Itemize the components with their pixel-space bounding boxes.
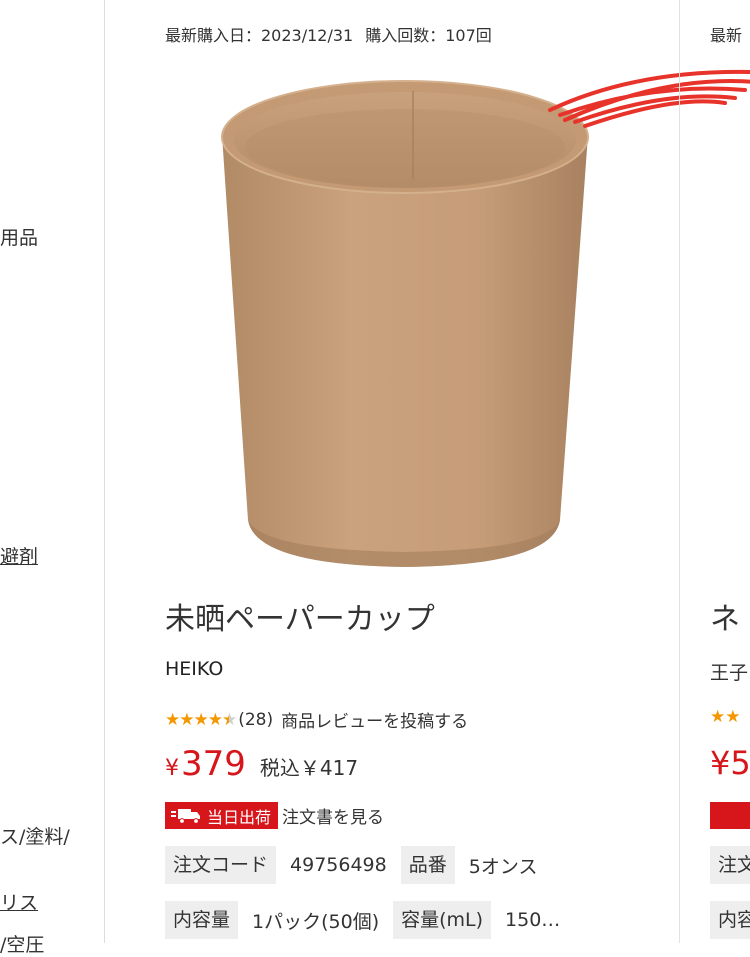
spec-label: 内容量	[165, 901, 239, 939]
spec-value: 5オンス	[468, 855, 538, 878]
shipping-row: 当日出荷 注文書を見る	[165, 802, 384, 829]
sidebar-item[interactable]: ス/塗料/	[0, 822, 70, 849]
product-maker: HEIKO	[165, 658, 224, 680]
spec-label: 注文コード	[165, 846, 277, 884]
stars-full: ★★★★	[165, 709, 223, 730]
star-rating-icon: ★★★★★	[165, 709, 237, 730]
product-image[interactable]	[145, 55, 665, 580]
truck-icon	[171, 808, 200, 824]
next-card-spec-label: 注文	[710, 846, 750, 884]
yen-symbol: ¥	[165, 756, 179, 781]
next-product-card[interactable]: 最新 ネ 王子 ★★ ¥5 注文 内容	[680, 0, 750, 943]
next-card-stars: ★★	[710, 707, 741, 727]
spec-value: 49756498	[290, 854, 387, 876]
sidebar-item[interactable]: 用品	[0, 223, 38, 250]
shipping-badge-label: 当日出荷	[207, 807, 272, 827]
spec-row: 内容量 1パック(50個) 容量(mL) 150…	[165, 901, 574, 939]
next-card-title[interactable]: ネ	[710, 594, 740, 638]
spec-label: 容量(mL)	[393, 901, 492, 939]
next-card-maker: 王子	[710, 662, 749, 684]
purchase-count: 購入回数：107回	[365, 26, 492, 45]
rating-row: ★★★★★ (28) 商品レビューを投稿する	[165, 707, 468, 733]
spec-label: 品番	[400, 846, 455, 884]
next-card-shipping-badge	[710, 802, 750, 829]
price: 379	[181, 744, 246, 784]
last-purchase-date: 最新購入日：2023/12/31	[165, 26, 354, 45]
kraft-paper-cup-image	[221, 80, 589, 567]
review-count[interactable]: (28)	[238, 710, 273, 730]
next-card-meta: 最新	[710, 26, 743, 45]
order-sheet-link[interactable]: 注文書を見る	[282, 803, 384, 828]
price-row: ¥ 379 税込￥417	[165, 744, 358, 784]
sidebar-item[interactable]: 避剤	[0, 542, 38, 569]
post-review-link[interactable]: 商品レビューを投稿する	[281, 707, 468, 732]
purchase-history: 最新購入日：2023/12/31 購入回数：107回	[165, 22, 504, 46]
star-half-icon: ★	[221, 709, 237, 730]
spec-value: 150…	[505, 909, 561, 931]
next-card-price: ¥5	[710, 744, 750, 782]
product-title[interactable]: 未晒ペーパーカップ	[165, 594, 435, 638]
product-card[interactable]: 最新購入日：2023/12/31 購入回数：107回 未晒ペーパーカップ HEI…	[105, 0, 750, 943]
spec-row: 注文コード 49756498 品番 5オンス	[165, 846, 551, 884]
sidebar-item[interactable]: リス	[0, 888, 38, 915]
sidebar-item[interactable]: /空圧	[0, 930, 44, 957]
spec-value: 1パック(50個)	[252, 910, 380, 933]
tax-included-price: 税込￥417	[259, 756, 359, 780]
next-card-spec-label: 内容	[710, 901, 750, 939]
category-sidebar: 用品 避剤 ス/塗料/ リス /空圧	[0, 0, 104, 956]
same-day-shipping-badge: 当日出荷	[165, 802, 279, 829]
